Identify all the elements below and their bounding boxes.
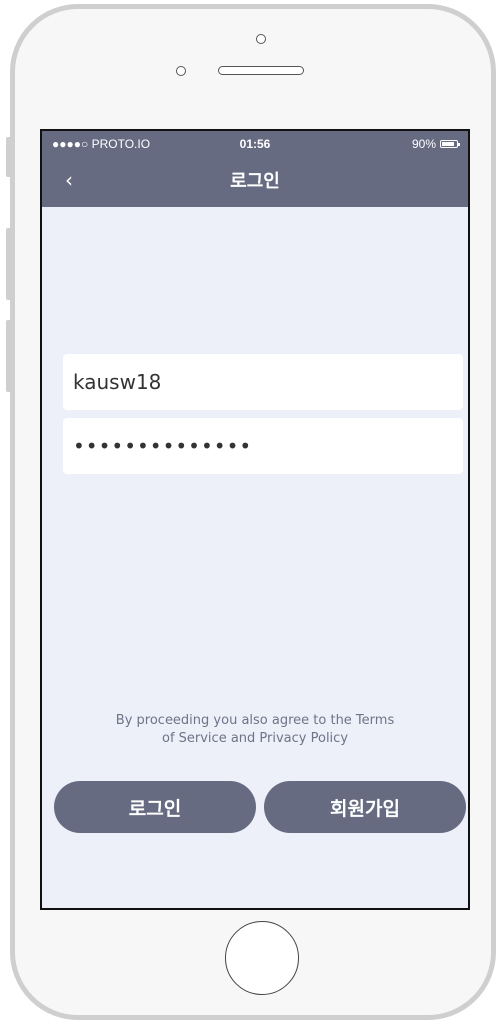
- phone-volume-down-button: [6, 320, 12, 392]
- front-camera: [256, 34, 266, 44]
- username-input[interactable]: kausw18: [63, 354, 463, 410]
- phone-volume-up-button: [6, 228, 12, 300]
- login-button[interactable]: 로그인: [54, 781, 256, 833]
- terms-line-1: By proceeding you also agree to the Term…: [115, 713, 395, 728]
- terms-notice: By proceeding you also agree to the Term…: [82, 712, 428, 748]
- header-bar: ●●●●○ PROTO.IO 01:56 90% ‹ 로그인: [42, 131, 468, 207]
- page-title: 로그인: [230, 171, 280, 192]
- password-value: ••••••••••••••: [73, 434, 253, 458]
- phone-screen: ●●●●○ PROTO.IO 01:56 90% ‹ 로그인 kausw18 •…: [40, 129, 470, 910]
- battery-status: 90%: [411, 137, 460, 151]
- home-button[interactable]: [225, 921, 299, 995]
- username-value: kausw18: [73, 370, 162, 394]
- battery-icon: [440, 140, 460, 148]
- status-time: 01:56: [239, 137, 271, 151]
- navigation-bar: ‹ 로그인: [42, 165, 468, 195]
- password-input[interactable]: ••••••••••••••: [63, 418, 463, 474]
- phone-side-button: [6, 137, 12, 177]
- terms-line-2: of Service and Privacy Policy: [161, 731, 349, 746]
- signup-button[interactable]: 회원가입: [264, 781, 466, 833]
- battery-percent: 90%: [411, 137, 436, 151]
- proximity-sensor: [176, 66, 186, 76]
- status-bar: ●●●●○ PROTO.IO 01:56 90%: [42, 135, 468, 153]
- earpiece-speaker: [218, 66, 304, 75]
